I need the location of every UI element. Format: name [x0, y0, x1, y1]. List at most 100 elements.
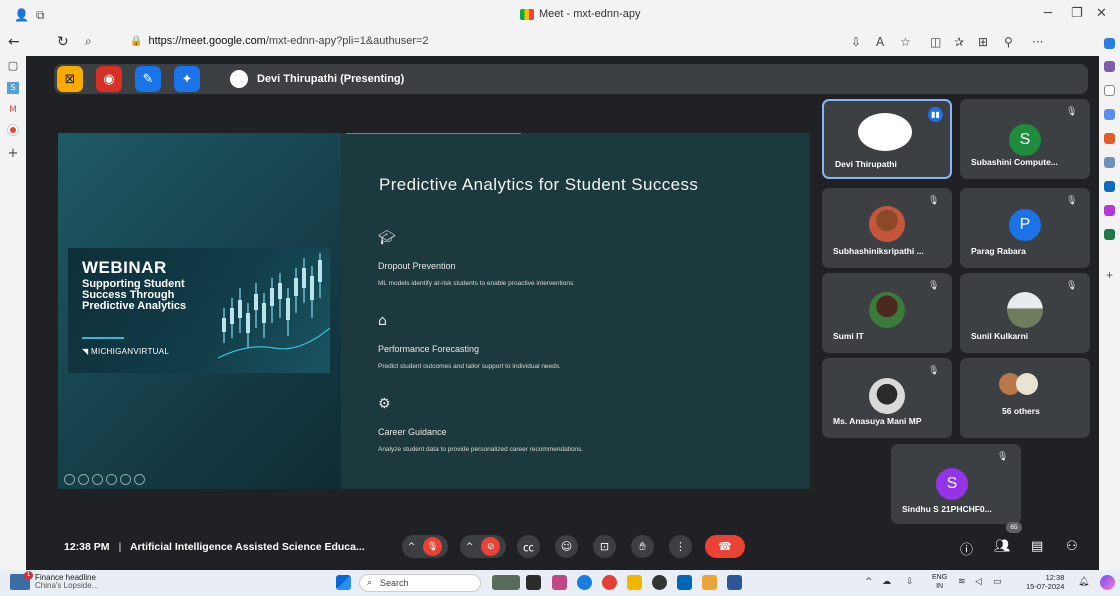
favorite-icon[interactable]: ☆ [900, 35, 911, 49]
new-tab-icon[interactable]: + [7, 147, 19, 160]
slide-more-icon[interactable] [134, 474, 145, 485]
present-icon: ⊡ [599, 540, 610, 553]
prev-slide-icon[interactable] [64, 474, 75, 485]
site-info-icon[interactable]: 🔒 [130, 36, 142, 47]
participant-tile[interactable]: P 🎙︎ Parag Rabara [960, 188, 1090, 268]
side-search-icon[interactable] [1104, 85, 1115, 96]
side-shopping-icon[interactable] [1104, 133, 1115, 144]
language-indicator[interactable]: ENG IN [932, 573, 947, 591]
participant-tile[interactable]: S 🎙︎ Sindhu S 21PHCHF0... [891, 444, 1021, 524]
side-people-icon[interactable] [1104, 157, 1115, 168]
slides-grid-icon[interactable] [106, 474, 117, 485]
reactions-button[interactable]: ☺ [555, 535, 578, 558]
meeting-controls: 12:38 PM | Artificial Intelligence Assis… [26, 518, 1099, 570]
reload-icon[interactable]: ↻ [57, 34, 69, 50]
activities-icon[interactable]: ⚇ [1066, 539, 1078, 554]
usb-icon[interactable]: ⇩ [906, 577, 914, 587]
participant-tile[interactable]: ▮▮ Devi Thirupathi [822, 99, 952, 179]
word-icon[interactable] [727, 575, 742, 590]
volume-icon[interactable]: ◁ [975, 577, 982, 587]
gmail-icon[interactable]: M [7, 104, 19, 116]
mic-off-icon[interactable]: 🎙︎ [423, 537, 443, 556]
store-icon[interactable] [677, 575, 692, 590]
widgets-icon[interactable] [492, 575, 520, 590]
app-icon[interactable] [702, 575, 717, 590]
effects-button[interactable]: ✦ [174, 66, 200, 92]
pen-icon[interactable] [92, 474, 103, 485]
wifi-icon[interactable]: ≋ [958, 577, 966, 587]
chevron-up-icon[interactable]: ^ [408, 542, 416, 552]
address-bar[interactable]: 🔒 https://meet.google.com/mxt-ednn-apy?p… [130, 35, 429, 47]
battery-icon[interactable]: ▭ [993, 577, 1002, 587]
copilot-taskbar-icon[interactable] [1100, 575, 1115, 590]
more-options-button[interactable]: ⋮ [669, 535, 692, 558]
taskbar-search[interactable]: ⌕ Search [359, 574, 481, 592]
present-button[interactable]: ⊡ [593, 535, 616, 558]
captions-button[interactable]: ㏄ [517, 535, 540, 558]
taskbar-clock[interactable]: 12:38 15-07-2024 [1026, 573, 1064, 591]
zoom-icon[interactable] [120, 474, 131, 485]
whiteboard-button[interactable]: ✎ [135, 66, 161, 92]
raise-hand-button[interactable]: ✋︎ [631, 535, 654, 558]
workspaces-icon[interactable]: ⧉ [36, 8, 45, 23]
close-icon[interactable]: ✕ [1096, 6, 1107, 21]
side-games-icon[interactable] [1104, 205, 1115, 216]
meet-window: ⊠ ◉ ✎ ✦ Devi Thirupathi (Presenting) WEB… [26, 56, 1099, 570]
side-app-icon[interactable] [1104, 61, 1115, 72]
participant-tile[interactable]: 🎙︎ Sumi IT [822, 273, 952, 353]
file-explorer-icon[interactable] [627, 575, 642, 590]
participant-tile[interactable]: S 🎙︎ Subashini Compute... [960, 99, 1090, 179]
dell-icon[interactable] [652, 575, 667, 590]
side-add-icon[interactable]: + [1104, 269, 1115, 281]
meeting-details-icon[interactable]: ⓘ [960, 539, 973, 558]
browser-titlebar: 👤 ⧉ Meet - mxt-ednn-apy ─ ❐ ✕ [0, 0, 1120, 30]
camera-control[interactable]: ^ ⊘ [460, 535, 506, 558]
search-icon: ⌕ [367, 578, 373, 588]
leave-call-button[interactable]: ☎ [705, 535, 745, 558]
microphone-control[interactable]: ^ 🎙︎ [402, 535, 448, 558]
next-slide-icon[interactable] [78, 474, 89, 485]
camera-off-icon[interactable]: ⊘ [481, 537, 501, 556]
profile-icon[interactable]: 👤 [14, 8, 29, 22]
participant-tile[interactable]: 🎙︎ Ms. Anasuya Mani MP [822, 358, 952, 438]
chevron-up-icon[interactable]: ^ [466, 542, 474, 552]
edge-icon[interactable] [577, 575, 592, 590]
onedrive-icon[interactable]: ☁ [882, 577, 891, 587]
teams-icon[interactable] [552, 575, 567, 590]
favorites-icon[interactable]: ✰ [954, 35, 964, 49]
more-icon[interactable]: ··· [1032, 35, 1043, 49]
copilot-icon[interactable] [1104, 38, 1115, 49]
windows-start-icon[interactable] [336, 575, 351, 590]
side-outlook-icon[interactable] [1104, 181, 1115, 192]
show-hidden-icons-icon[interactable]: ^ [865, 577, 873, 587]
collections-icon[interactable]: ⊞ [978, 35, 988, 49]
participant-tile[interactable]: 🎙︎ Subhashiniksripathi ... [822, 188, 952, 268]
people-icon[interactable]: 👥︎ [994, 539, 1011, 554]
muted-icon: 🎙︎ [928, 366, 940, 376]
chrome-icon[interactable] [602, 575, 617, 590]
browser-tab[interactable]: Meet - mxt-ednn-apy [520, 8, 640, 20]
participant-tile[interactable]: 🎙︎ Sunil Kulkarni [960, 273, 1090, 353]
back-icon[interactable]: ← [8, 34, 20, 50]
recording-button[interactable]: ◉ [96, 66, 122, 92]
others-tile[interactable]: 56 others [960, 358, 1090, 438]
muted-icon: 🎙︎ [1066, 196, 1078, 206]
extensions-icon[interactable]: ⚲ [1004, 35, 1013, 49]
chat-icon[interactable]: ▤ [1031, 539, 1043, 554]
tab-actions-icon[interactable]: ▢ [7, 60, 19, 72]
stop-presenting-button[interactable]: ⊠ [57, 66, 83, 92]
news-widget[interactable]: 1 Finance headline China's Lopside... [10, 571, 98, 590]
side-drop-icon[interactable] [1104, 229, 1115, 240]
download-icon[interactable]: ⇩ [851, 35, 861, 49]
side-tools-icon[interactable] [1104, 109, 1115, 120]
read-aloud-icon[interactable]: A [876, 35, 884, 49]
minimize-icon[interactable]: ─ [1044, 6, 1052, 21]
split-screen-icon[interactable]: ◫ [930, 35, 941, 49]
emoji-icon: ☺ [560, 540, 573, 553]
restore-icon[interactable]: ❐ [1071, 6, 1083, 21]
recording-tab-icon[interactable] [7, 124, 19, 136]
task-view-icon[interactable] [526, 575, 541, 590]
search-icon[interactable]: ⌕ [85, 34, 92, 49]
notification-bell-icon[interactable]: 🔔︎ [1078, 577, 1089, 587]
tab-favicon-s[interactable]: S [7, 82, 19, 94]
